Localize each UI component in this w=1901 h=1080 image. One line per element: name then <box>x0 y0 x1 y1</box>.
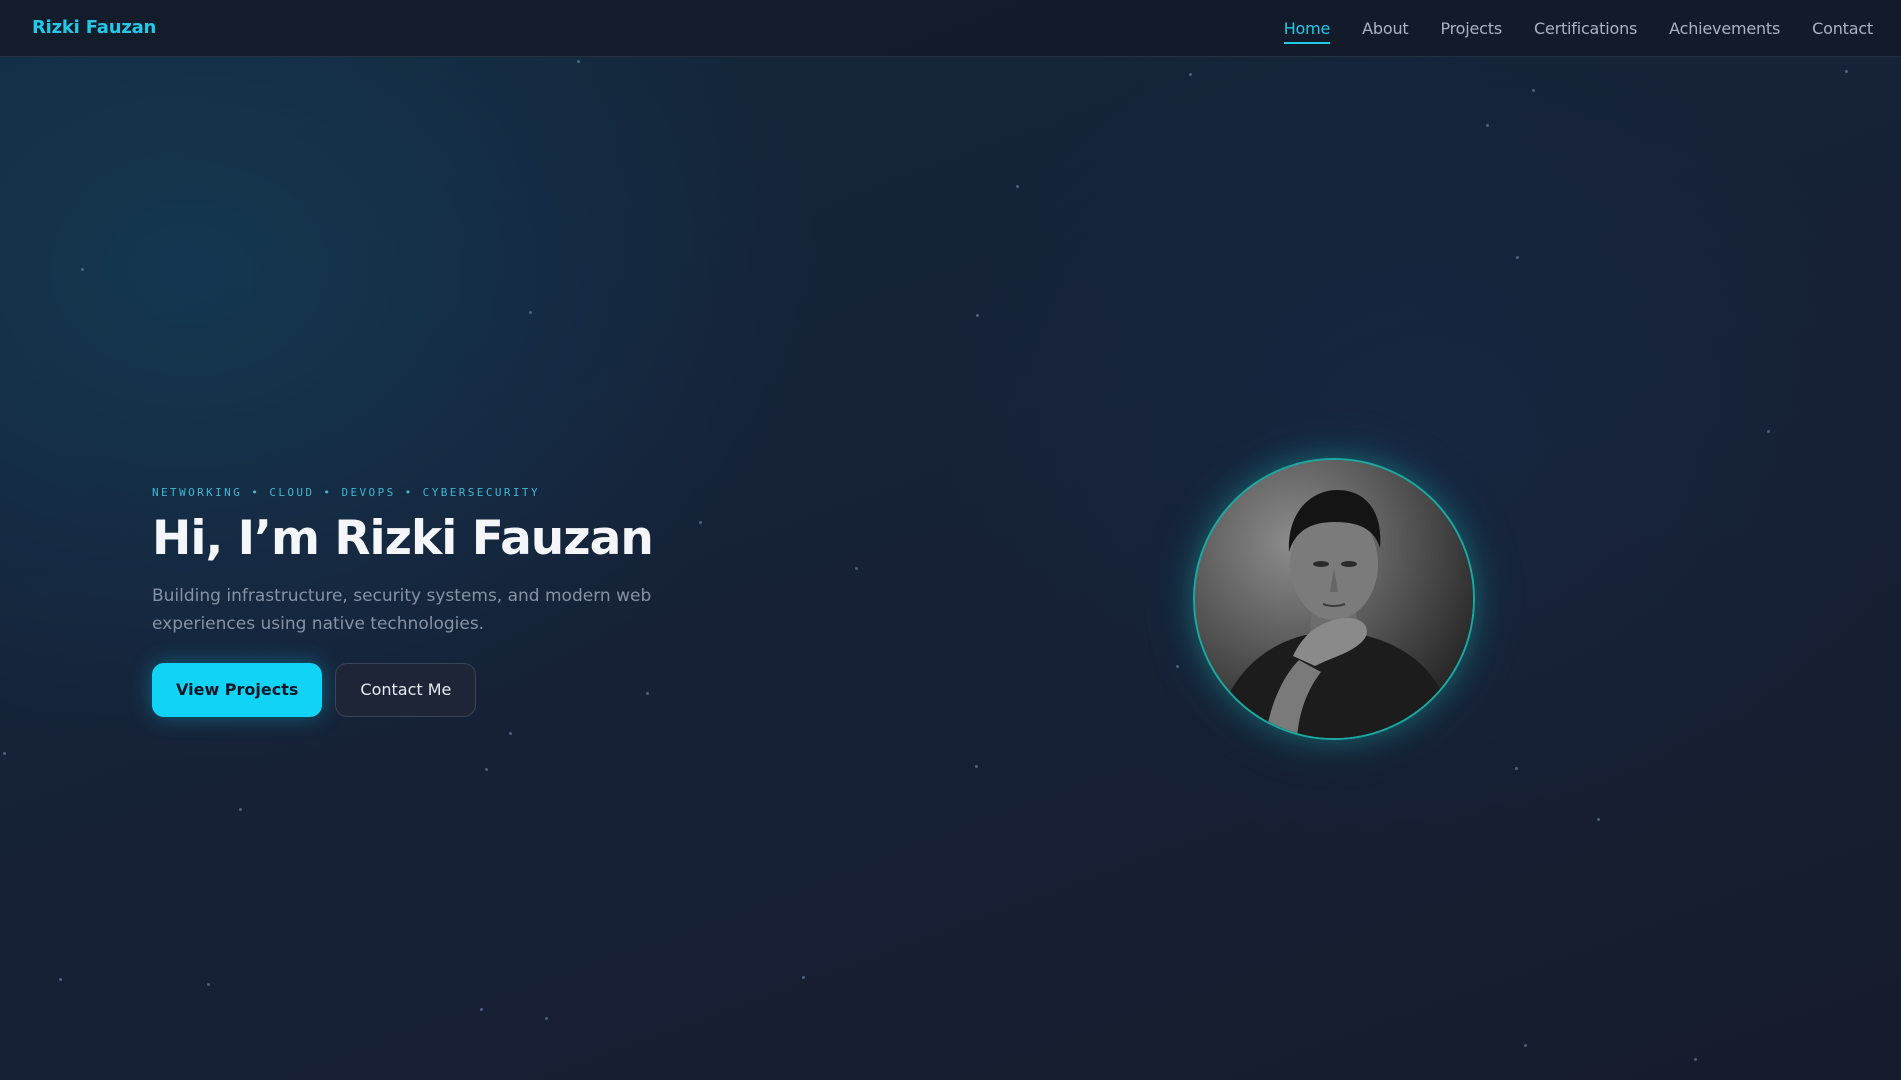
brand-logo[interactable]: Rizki Fauzan <box>32 17 156 38</box>
nav-link-home[interactable]: Home <box>1283 19 1330 44</box>
profile-photo-illustration <box>1195 460 1473 738</box>
navbar: Rizki Fauzan Home About Projects Certifi… <box>0 0 1901 57</box>
hero-tagline: NETWORKING • CLOUD • DEVOPS • CYBERSECUR… <box>152 486 540 499</box>
hero-subtitle: Building infrastructure, security system… <box>152 585 652 634</box>
nav-menu: Home About Projects Certifications Achie… <box>1283 19 1873 44</box>
nav-link-achievements[interactable]: Achievements <box>1669 19 1780 44</box>
hero-section: NETWORKING • CLOUD • DEVOPS • CYBERSECUR… <box>152 486 852 717</box>
nav-link-certifications[interactable]: Certifications <box>1534 19 1637 44</box>
nav-link-projects[interactable]: Projects <box>1440 19 1502 44</box>
nav-link-contact[interactable]: Contact <box>1812 19 1873 44</box>
view-projects-button[interactable]: View Projects <box>152 662 323 717</box>
contact-me-button[interactable]: Contact Me <box>335 662 477 717</box>
hero-title: Hi, I’m Rizki Fauzan <box>152 511 654 566</box>
nav-link-about[interactable]: About <box>1362 19 1409 44</box>
hero-actions: View Projects Contact Me <box>152 662 852 717</box>
profile-photo <box>1193 458 1475 740</box>
